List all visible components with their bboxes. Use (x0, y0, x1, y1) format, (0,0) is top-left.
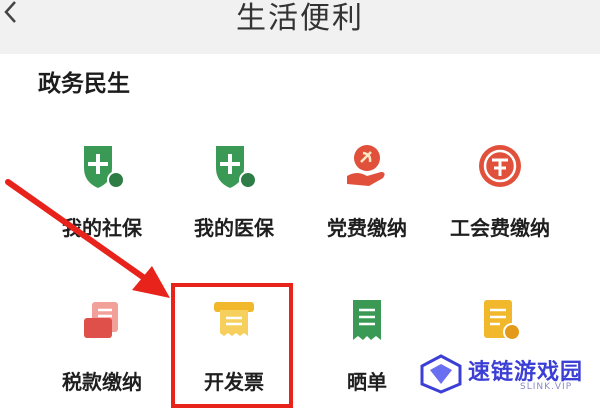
grid-item-union-fee[interactable]: 工会费缴纳 (438, 142, 558, 252)
grid-item-party-fee[interactable]: 党费缴纳 (305, 142, 425, 252)
union-fee-emblem-icon (479, 145, 521, 187)
grid-item-tax-payment[interactable]: 税款缴纳 (40, 296, 160, 406)
annotation-arrow (5, 179, 170, 298)
grid-item-label: 税款缴纳 (62, 370, 142, 394)
annotation-highlight-box (171, 283, 293, 408)
grid-item-label: 工会费缴纳 (450, 216, 550, 240)
section-title: 政务民生 (38, 71, 130, 97)
party-fee-hand-icon (347, 145, 385, 186)
watermark-subtext: SLINK.VIP (520, 382, 573, 392)
receipt-icon (353, 300, 381, 340)
page-title: 生活便利 (236, 1, 364, 36)
grid-item-label: 我的医保 (194, 216, 274, 240)
watermark-logo-icon (420, 354, 462, 394)
top-bar: 生活便利 (0, 0, 600, 54)
medical-insurance-shield-icon (216, 146, 257, 189)
grid-item-medical-insurance[interactable]: 我的医保 (172, 142, 292, 252)
grid-item-label: 党费缴纳 (327, 216, 407, 240)
watermark: 速链游戏园 SLINK.VIP (402, 348, 600, 400)
bill-coin-icon (484, 300, 521, 341)
